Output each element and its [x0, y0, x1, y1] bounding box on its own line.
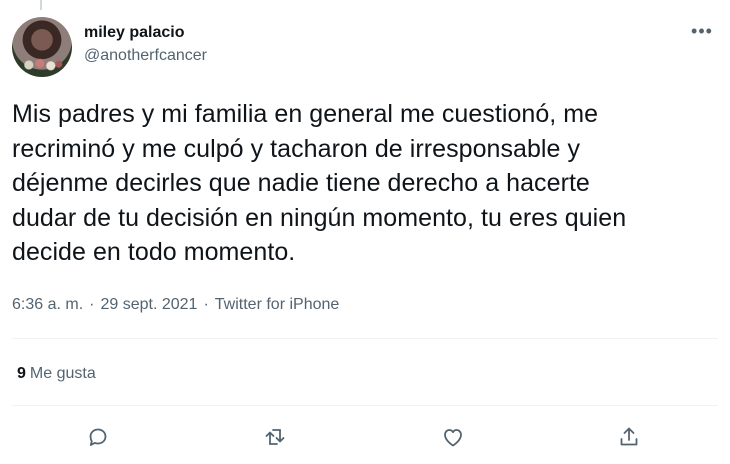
like-icon — [444, 429, 462, 447]
tweet-source[interactable]: Twitter for iPhone — [215, 296, 340, 313]
more-options-icon[interactable]: ••• — [690, 22, 714, 45]
likes-count: 9 — [17, 365, 26, 382]
retweet-icon — [265, 429, 285, 445]
user-handle[interactable]: @anotherfcancer — [84, 46, 207, 66]
action-bar — [0, 420, 730, 454]
retweet-button[interactable] — [258, 420, 292, 454]
divider — [12, 338, 718, 339]
tweet-text-line: déjenme decirles que nadie tiene derecho… — [12, 169, 590, 197]
likes-label: Me gusta — [29, 365, 96, 382]
display-name[interactable]: miley palacio — [84, 23, 207, 43]
avatar[interactable] — [12, 17, 72, 77]
tweet-text-line: dudar de tu decisión en ningún momento, … — [12, 203, 627, 232]
like-button[interactable] — [436, 420, 470, 454]
divider — [12, 405, 718, 406]
reply-icon — [89, 428, 107, 446]
meta-separator: · — [89, 296, 95, 313]
avatar-flowers — [20, 57, 64, 73]
tweet-text-line: recriminó y me culpó y tacharon de irres… — [12, 134, 581, 163]
share-button[interactable] — [612, 420, 646, 454]
tweet-meta: 6:36 a. m. · 29 sept. 2021 · Twitter for iPh… — [12, 295, 339, 315]
tweet-time[interactable]: 6:36 a. m. — [12, 296, 83, 313]
tweet-text-line: Mis padres y mi familia en general me cu… — [12, 100, 599, 128]
meta-separator: · — [203, 296, 209, 313]
likes-stat[interactable]: 9 Me gusta — [17, 364, 96, 384]
thread-line — [40, 0, 42, 10]
tweet-header: miley palacio @anotherfcancer ••• — [12, 17, 718, 79]
reply-button[interactable] — [81, 420, 115, 454]
tweet-text-line: decide en todo momento. — [12, 238, 296, 266]
tweet-date[interactable]: 29 sept. 2021 — [100, 296, 197, 313]
author-names: miley palacio @anotherfcancer — [84, 23, 207, 66]
tweet-text: Mis padres y mi familia en general me cu… — [12, 97, 718, 270]
share-icon — [620, 427, 638, 446]
